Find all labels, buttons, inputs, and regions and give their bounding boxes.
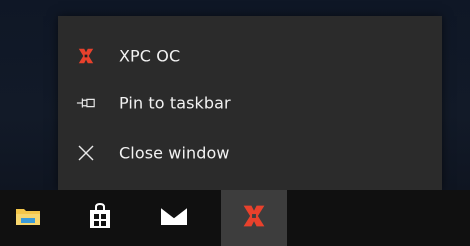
store-icon xyxy=(88,202,112,233)
taskbar-xpc-oc-button[interactable] xyxy=(221,190,287,246)
app-name-label: XPC OC xyxy=(119,46,181,66)
taskbar xyxy=(0,190,470,246)
taskbar-mail-button[interactable] xyxy=(146,190,202,246)
xpc-logo-icon xyxy=(241,203,267,233)
jump-list-app-item[interactable]: XPC OC xyxy=(58,32,442,80)
xpc-logo-icon xyxy=(76,46,96,66)
close-window-item[interactable]: Close window xyxy=(58,129,442,177)
jump-list-menu: XPC OC Pin to taskbar Close window xyxy=(58,16,442,190)
pin-to-taskbar-label: Pin to taskbar xyxy=(119,93,231,113)
taskbar-store-button[interactable] xyxy=(72,190,128,246)
pin-to-taskbar-item[interactable]: Pin to taskbar xyxy=(58,79,442,127)
close-icon xyxy=(76,143,96,163)
pin-icon xyxy=(76,93,96,113)
taskbar-file-explorer-button[interactable] xyxy=(0,190,56,246)
file-explorer-icon xyxy=(15,205,41,231)
close-window-label: Close window xyxy=(119,143,230,163)
mail-icon xyxy=(160,206,188,230)
